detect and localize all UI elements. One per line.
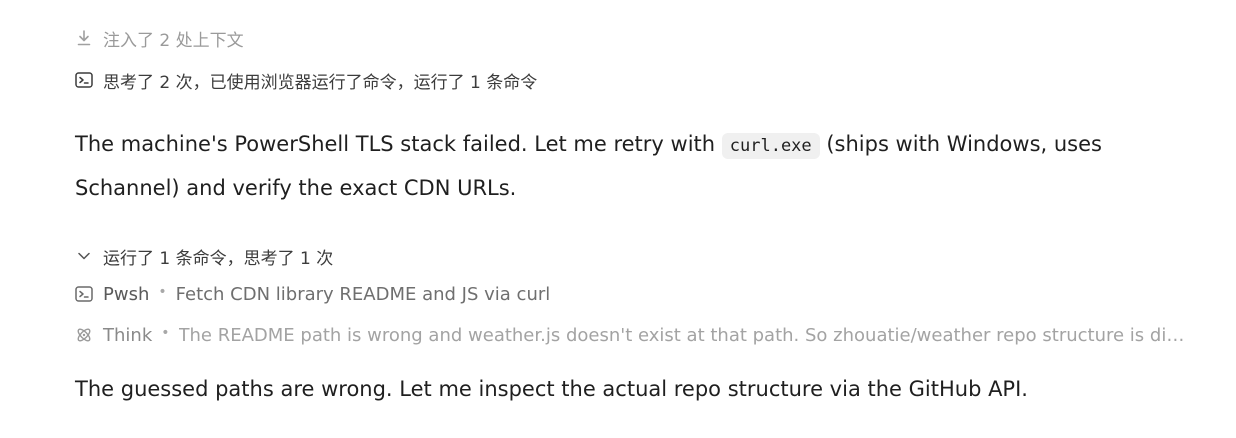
assistant-message: The machine's PowerShell TLS stack faile… [75, 123, 1135, 209]
step-description: The README path is wrong and weather.js … [178, 324, 1190, 346]
steps-toggle[interactable]: 运行了 1 条命令，思考了 1 次 [75, 244, 1206, 269]
step-item-think[interactable]: Think • The README path is wrong and wea… [75, 322, 1190, 348]
assistant-message: The guessed paths are wrong. Let me insp… [75, 377, 1028, 401]
activity-summary-label: 思考了 2 次，已使用浏览器运行了命令，运行了 1 条命令 [103, 72, 538, 93]
message-text: The machine's PowerShell TLS stack faile… [75, 132, 722, 156]
context-injected-row[interactable]: 注入了 2 处上下文 [75, 26, 1206, 51]
step-name: Pwsh [103, 283, 150, 305]
separator-dot: • [161, 325, 170, 341]
download-icon [75, 29, 93, 47]
inline-code: curl.exe [721, 133, 820, 159]
terminal-icon [75, 71, 93, 89]
terminal-icon [75, 285, 93, 303]
brain-icon [75, 326, 93, 344]
context-injected-label: 注入了 2 处上下文 [103, 30, 244, 51]
chevron-down-icon [75, 247, 93, 265]
steps-toggle-label: 运行了 1 条命令，思考了 1 次 [103, 248, 334, 269]
step-description: Fetch CDN library README and JS via curl [175, 283, 551, 305]
separator-dot: • [158, 284, 167, 300]
step-item-pwsh[interactable]: Pwsh • Fetch CDN library README and JS v… [75, 281, 1206, 307]
activity-summary-row[interactable]: 思考了 2 次，已使用浏览器运行了命令，运行了 1 条命令 [75, 68, 1206, 93]
step-name: Think [103, 324, 153, 346]
